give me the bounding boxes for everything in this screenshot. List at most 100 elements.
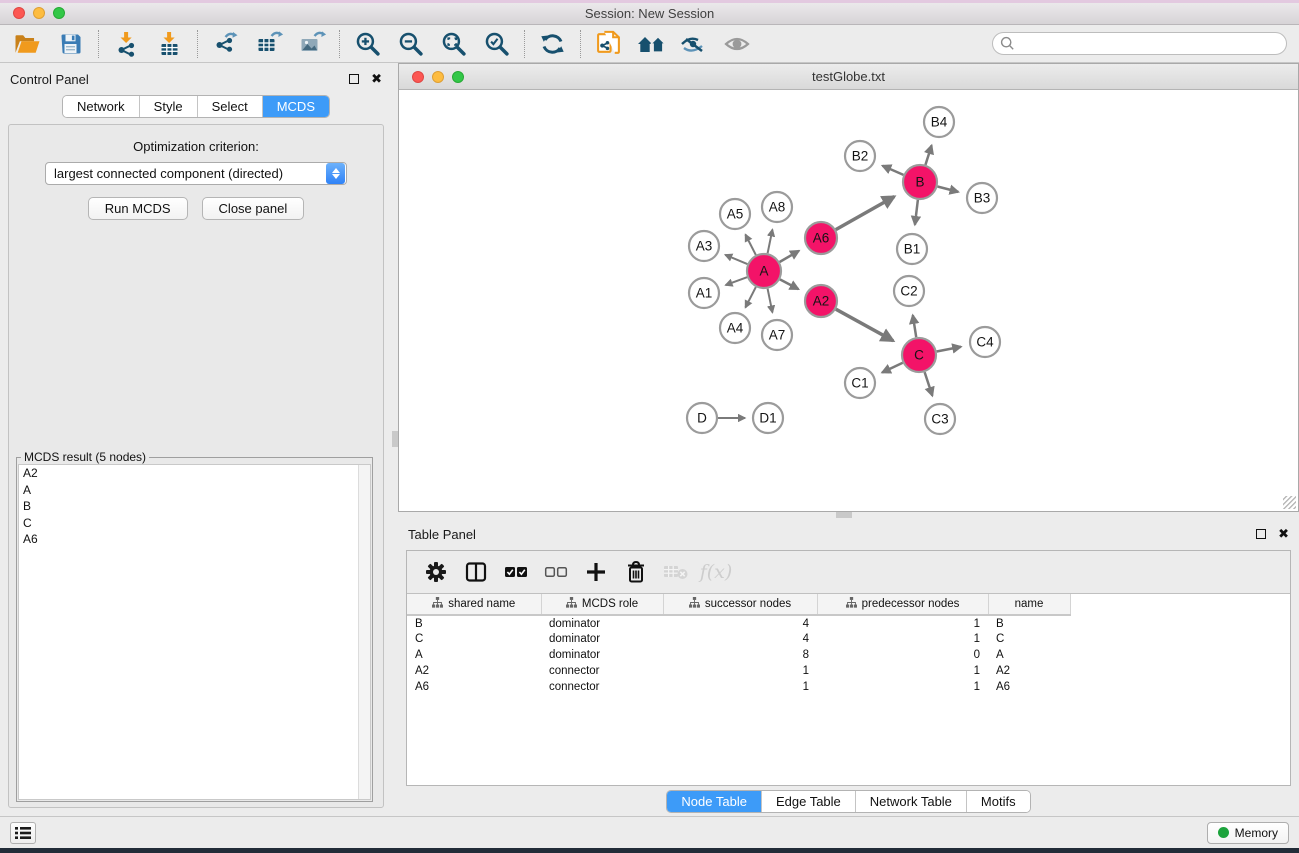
- tab-mcds[interactable]: MCDS: [263, 96, 329, 117]
- cell-predecessor-nodes[interactable]: 1: [817, 631, 988, 647]
- export-table-button[interactable]: [247, 28, 290, 60]
- import-table-button[interactable]: [148, 28, 191, 60]
- tab-motifs[interactable]: Motifs: [967, 791, 1030, 812]
- apply-preferred-layout-button[interactable]: [531, 28, 574, 60]
- edge-A-A8[interactable]: [768, 230, 773, 254]
- network-close-button[interactable]: [412, 71, 424, 83]
- node-D1[interactable]: D1: [753, 403, 783, 433]
- cell-predecessor-nodes[interactable]: 1: [817, 679, 988, 695]
- node-B4[interactable]: B4: [924, 107, 954, 137]
- node-A7[interactable]: A7: [762, 320, 792, 350]
- node-A5[interactable]: A5: [720, 199, 750, 229]
- cell-mcds-role[interactable]: connector: [541, 679, 663, 695]
- column-header-mcds-role[interactable]: MCDS role: [541, 594, 663, 615]
- result-list-scrollbar[interactable]: [358, 465, 370, 799]
- console-button[interactable]: [10, 822, 36, 844]
- select-all-columns-button[interactable]: [501, 557, 531, 587]
- node-A8[interactable]: A8: [762, 192, 792, 222]
- edge-C-C1[interactable]: [882, 363, 903, 373]
- close-panel-button[interactable]: Close panel: [202, 197, 305, 220]
- node-B1[interactable]: B1: [897, 234, 927, 264]
- column-header-shared-name[interactable]: shared name: [407, 594, 541, 615]
- memory-button[interactable]: Memory: [1207, 822, 1289, 844]
- tab-select[interactable]: Select: [198, 96, 263, 117]
- tab-edge-table[interactable]: Edge Table: [762, 791, 856, 812]
- table-row[interactable]: Cdominator41C: [407, 631, 1070, 647]
- close-window-button[interactable]: [13, 7, 25, 19]
- cell-predecessor-nodes[interactable]: 1: [817, 663, 988, 679]
- node-B3[interactable]: B3: [967, 183, 997, 213]
- cell-name[interactable]: A: [988, 647, 1070, 663]
- cell-shared-name[interactable]: B: [407, 615, 541, 631]
- network-maximize-button[interactable]: [452, 71, 464, 83]
- table-close-icon[interactable]: ✖: [1278, 529, 1289, 539]
- export-image-button[interactable]: [290, 28, 333, 60]
- node-A3[interactable]: A3: [689, 231, 719, 261]
- cell-mcds-role[interactable]: dominator: [541, 615, 663, 631]
- edge-A-A4[interactable]: [745, 287, 755, 307]
- node-A2[interactable]: A2: [805, 285, 837, 317]
- cell-successor-nodes[interactable]: 1: [663, 663, 817, 679]
- import-network-button[interactable]: [105, 28, 148, 60]
- node-C[interactable]: C: [902, 338, 936, 372]
- delete-table-button[interactable]: [661, 557, 691, 587]
- horizontal-splitter[interactable]: [398, 512, 1299, 518]
- edge-A-A5[interactable]: [745, 234, 755, 254]
- run-mcds-button[interactable]: Run MCDS: [88, 197, 188, 220]
- node-A4[interactable]: A4: [720, 313, 750, 343]
- zoom-out-button[interactable]: [389, 28, 432, 60]
- table-mode-button[interactable]: [421, 557, 451, 587]
- mcds-result-item[interactable]: A: [19, 482, 370, 499]
- delete-columns-button[interactable]: [621, 557, 651, 587]
- edge-C-C3[interactable]: [925, 372, 933, 396]
- edge-A-A6[interactable]: [780, 251, 799, 262]
- edge-C-C4[interactable]: [937, 347, 961, 352]
- horizontal-splitter-handle[interactable]: [836, 512, 852, 518]
- table-float-icon[interactable]: [1256, 529, 1266, 539]
- cell-name[interactable]: A6: [988, 679, 1070, 695]
- cell-mcds-role[interactable]: connector: [541, 663, 663, 679]
- table-row[interactable]: A6connector11A6: [407, 679, 1070, 695]
- edge-A-A1[interactable]: [726, 277, 748, 285]
- show-graphics-details-button[interactable]: [716, 28, 759, 60]
- zoom-selected-region-button[interactable]: [475, 28, 518, 60]
- edge-B-B3[interactable]: [937, 186, 958, 191]
- network-overview-button[interactable]: [630, 28, 673, 60]
- node-C1[interactable]: C1: [845, 368, 875, 398]
- cell-name[interactable]: A2: [988, 663, 1070, 679]
- cell-predecessor-nodes[interactable]: 1: [817, 615, 988, 631]
- network-minimize-button[interactable]: [432, 71, 444, 83]
- edge-B-B1[interactable]: [915, 200, 918, 225]
- network-canvas[interactable]: B4B2BB3A5A8A6A3B1AA1A2C2A4A7C4CC1C3DD1: [399, 90, 1298, 511]
- cell-shared-name[interactable]: A: [407, 647, 541, 663]
- save-session-button[interactable]: [49, 28, 92, 60]
- cell-mcds-role[interactable]: dominator: [541, 631, 663, 647]
- column-header-predecessor-nodes[interactable]: predecessor nodes: [817, 594, 988, 615]
- cell-shared-name[interactable]: C: [407, 631, 541, 647]
- edge-C-C2[interactable]: [913, 315, 916, 337]
- column-header-successor-nodes[interactable]: successor nodes: [663, 594, 817, 615]
- table-row[interactable]: Bdominator41B: [407, 615, 1070, 631]
- mcds-result-item[interactable]: C: [19, 515, 370, 532]
- edge-A-A3[interactable]: [725, 255, 747, 264]
- cell-shared-name[interactable]: A2: [407, 663, 541, 679]
- export-network-button[interactable]: [204, 28, 247, 60]
- edge-A-A2[interactable]: [780, 279, 799, 289]
- minimize-window-button[interactable]: [33, 7, 45, 19]
- column-header-name[interactable]: name: [988, 594, 1070, 615]
- node-A[interactable]: A: [747, 254, 781, 288]
- edge-B-B2[interactable]: [882, 166, 903, 175]
- mcds-result-item[interactable]: A6: [19, 531, 370, 548]
- cell-successor-nodes[interactable]: 4: [663, 615, 817, 631]
- tab-node-table[interactable]: Node Table: [667, 791, 762, 812]
- mcds-result-list[interactable]: A2ABCA6: [18, 464, 371, 800]
- tab-network[interactable]: Network: [63, 96, 140, 117]
- tab-style[interactable]: Style: [140, 96, 198, 117]
- cell-shared-name[interactable]: A6: [407, 679, 541, 695]
- cell-name[interactable]: B: [988, 615, 1070, 631]
- create-column-button[interactable]: [581, 557, 611, 587]
- cell-mcds-role[interactable]: dominator: [541, 647, 663, 663]
- mcds-result-item[interactable]: A2: [19, 465, 370, 482]
- float-panel-icon[interactable]: [349, 74, 359, 84]
- cell-predecessor-nodes[interactable]: 0: [817, 647, 988, 663]
